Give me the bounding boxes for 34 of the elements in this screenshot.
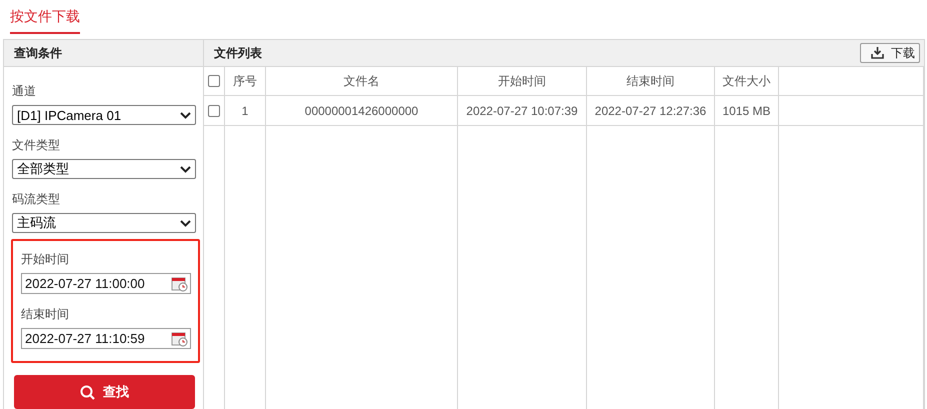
field-label: 文件类型 <box>12 137 61 154</box>
select-all-checkbox[interactable] <box>208 75 220 87</box>
search-button[interactable]: 查找 <box>14 375 195 409</box>
dropdown-select[interactable]: 全部类型 <box>12 159 196 179</box>
datetime-field[interactable]: 2022-07-27 11:00:00 <box>21 273 191 294</box>
download-button[interactable]: 下载 <box>860 43 920 63</box>
datetime-field[interactable]: 2022-07-27 11:10:59 <box>21 328 191 349</box>
field-label: 结束时间 <box>21 306 70 323</box>
column-header: 开始时间 <box>458 67 587 96</box>
download-icon <box>871 47 884 59</box>
table-cell: 1 <box>225 96 266 126</box>
field-label: 开始时间 <box>21 251 70 268</box>
calendar-icon[interactable] <box>171 276 188 292</box>
column-header: 文件大小 <box>715 67 779 96</box>
column-header: 结束时间 <box>587 67 715 96</box>
chevron-down-icon <box>180 112 191 118</box>
dropdown-select[interactable]: 主码流 <box>12 213 196 233</box>
panel-title: 查询条件 <box>14 44 62 62</box>
chevron-down-icon <box>180 166 191 172</box>
row-checkbox[interactable] <box>208 104 220 116</box>
table-cell: 2022-07-27 12:27:36 <box>587 96 715 126</box>
calendar-icon[interactable] <box>171 330 188 346</box>
dropdown-select[interactable]: [D1] IPCamera 01 <box>12 105 196 125</box>
field-label: 通道 <box>12 83 37 100</box>
table-cell: 00000001426000000 <box>266 96 458 126</box>
column-header: 序号 <box>225 67 266 96</box>
page-tab[interactable]: 按文件下载 <box>10 8 80 34</box>
panel-title: 文件列表 <box>214 44 262 62</box>
column-header: 文件名 <box>266 67 458 96</box>
search-icon <box>80 384 95 400</box>
field-label: 码流类型 <box>12 191 61 208</box>
table-cell: 1015 MB <box>715 96 779 126</box>
chevron-down-icon <box>180 220 191 226</box>
table-cell: 2022-07-27 10:07:39 <box>458 96 587 126</box>
